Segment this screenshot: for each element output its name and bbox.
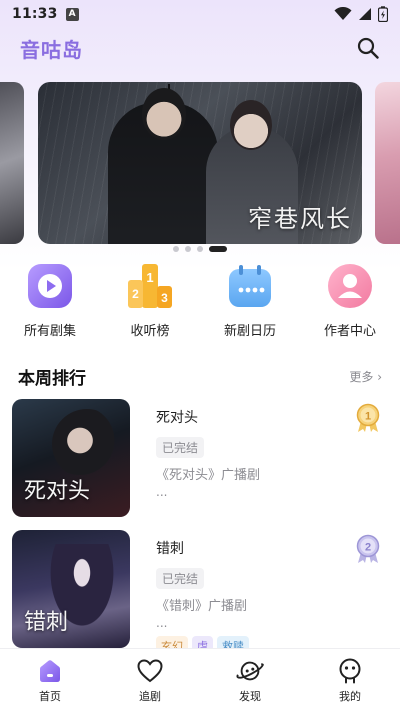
- nav-label: 我的: [339, 690, 361, 703]
- status-time: 11:33: [12, 6, 58, 22]
- drama-title: 错刺: [156, 541, 184, 557]
- quick-nav-calendar[interactable]: 新剧日历: [200, 262, 300, 344]
- status-badge: 已完结: [156, 568, 205, 589]
- quick-nav-label: 新剧日历: [223, 324, 276, 339]
- home-icon: [36, 657, 64, 685]
- carousel-dot[interactable]: [197, 246, 203, 252]
- nav-label: 首页: [39, 690, 61, 703]
- nav-tab-follow[interactable]: 追剧: [100, 649, 200, 710]
- person-icon: [326, 262, 374, 310]
- signal-icon: [359, 8, 371, 20]
- search-button[interactable]: [356, 36, 380, 60]
- quick-nav-author-center[interactable]: 作者中心: [300, 262, 400, 344]
- banner-slide[interactable]: 窄巷风长: [38, 82, 362, 244]
- drama-description: 《错刺》广播剧: [156, 599, 248, 614]
- nav-label: 追剧: [139, 690, 161, 703]
- notification-icon: A: [65, 7, 79, 21]
- description-ellipsis: ...: [156, 616, 168, 630]
- cover-title-text: 错刺: [24, 609, 69, 635]
- bottom-nav: 首页 追剧 发现 我的: [0, 648, 400, 710]
- carousel-dot[interactable]: [173, 246, 179, 252]
- status-bar: 11:33 A: [0, 0, 400, 28]
- svg-text:1: 1: [365, 411, 371, 423]
- banner-prev-slide[interactable]: [0, 82, 24, 244]
- status-badge: 已完结: [156, 437, 205, 458]
- status-indicators: [334, 6, 388, 22]
- carousel-dot-active[interactable]: [209, 246, 227, 252]
- battery-icon: [378, 6, 388, 22]
- quick-nav: 所有剧集 1 2 3 收听榜 新剧日历 作者中心: [0, 262, 400, 344]
- section-title: 本周排行: [18, 368, 86, 389]
- search-icon: [357, 37, 379, 59]
- banner-carousel[interactable]: 窄巷风长: [0, 82, 400, 244]
- drama-cover: 错刺: [12, 530, 130, 648]
- drama-title: 死对头: [156, 410, 198, 426]
- drama-cover: 死对头: [12, 399, 130, 517]
- quick-nav-label: 所有剧集: [23, 324, 76, 339]
- nav-label: 发现: [239, 690, 261, 703]
- play-icon: [26, 262, 74, 310]
- cover-title-text: 死对头: [24, 478, 91, 504]
- svg-text:2: 2: [365, 542, 371, 554]
- rank-list-item[interactable]: 错刺 错刺 已完结 《错刺》广播剧 ... 玄幻 虐 救赎 2: [0, 530, 400, 656]
- banner-next-slide[interactable]: [375, 82, 400, 244]
- wifi-icon: [334, 7, 352, 20]
- banner-title: 窄巷风长: [248, 205, 352, 233]
- weekly-rank-header: 本周排行 更多 ›: [0, 362, 400, 390]
- podium-icon: 1 2 3: [126, 262, 174, 310]
- planet-icon: [236, 657, 264, 685]
- rank-list-item[interactable]: 死对头 死对头 已完结 《死对头》广播剧 ... 1: [0, 399, 400, 517]
- app-header: 音咕岛: [0, 28, 400, 68]
- rank-medal-icon: 2: [356, 534, 380, 564]
- rank-medal-icon: 1: [356, 403, 380, 433]
- nav-tab-discover[interactable]: 发现: [200, 649, 300, 710]
- rank-info: 错刺 已完结 《错刺》广播剧 ... 玄幻 虐 救赎: [156, 538, 346, 656]
- nav-tab-home[interactable]: 首页: [0, 649, 100, 710]
- app-title: 音咕岛: [20, 37, 83, 62]
- description-ellipsis: ...: [156, 485, 168, 499]
- calendar-icon: [226, 262, 274, 310]
- carousel-indicator: [0, 244, 400, 254]
- quick-nav-label: 作者中心: [323, 324, 376, 339]
- rank-info: 死对头 已完结 《死对头》广播剧 ...: [156, 407, 346, 499]
- drama-description: 《死对头》广播剧: [156, 468, 261, 483]
- quick-nav-all-series[interactable]: 所有剧集: [0, 262, 100, 344]
- svg-text:3: 3: [161, 291, 168, 305]
- heart-icon: [136, 657, 164, 685]
- quick-nav-label: 收听榜: [130, 324, 170, 339]
- quick-nav-ranking[interactable]: 1 2 3 收听榜: [100, 262, 200, 344]
- more-link[interactable]: 更多 ›: [349, 368, 382, 385]
- profile-icon: [336, 657, 364, 685]
- nav-tab-mine[interactable]: 我的: [300, 649, 400, 710]
- svg-text:1: 1: [146, 270, 153, 285]
- carousel-dot[interactable]: [185, 246, 191, 252]
- svg-text:2: 2: [132, 287, 139, 301]
